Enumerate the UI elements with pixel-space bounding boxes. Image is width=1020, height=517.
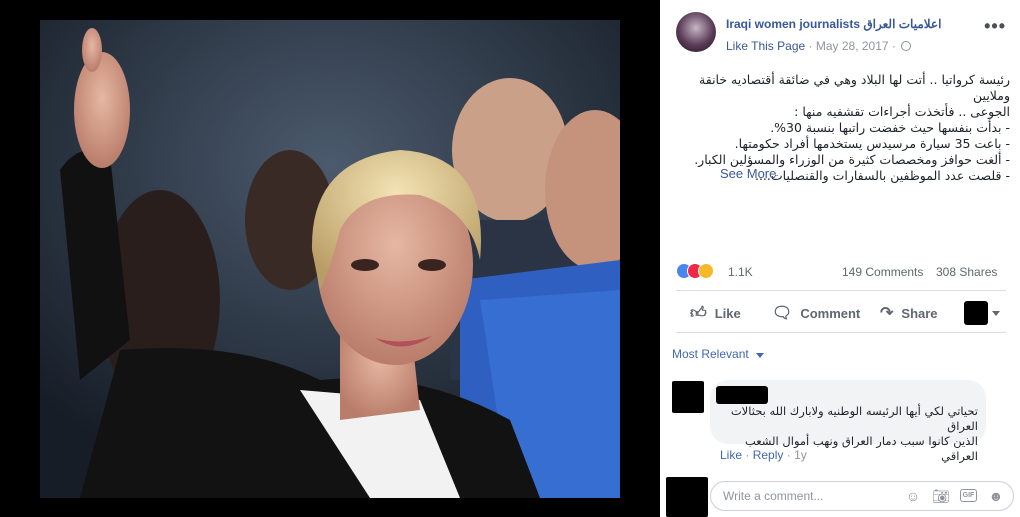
sticker-icon[interactable]: ☻	[987, 488, 1005, 504]
comment-action-sep: ·	[745, 448, 750, 462]
comment-button[interactable]: 🗨︎ Comment	[772, 296, 860, 330]
page-name-arabic[interactable]: اعلاميات العراق	[863, 17, 941, 31]
comment-action-sep: ·	[786, 448, 791, 462]
meta-separator-2: ·	[891, 39, 896, 53]
divider	[676, 332, 1006, 333]
comment-input-tools: ☺ 📷︎ GIF ☻	[904, 488, 1005, 506]
post-photo[interactable]	[40, 20, 620, 498]
comment-input[interactable]: Write a comment... ☺ 📷︎ GIF ☻	[710, 481, 1014, 511]
comments-count[interactable]: 149 Comments	[842, 265, 923, 279]
comment-reply-link[interactable]: Reply	[753, 448, 784, 462]
post-as-selector[interactable]	[964, 296, 1000, 330]
post-date[interactable]: May 28, 2017	[816, 39, 889, 53]
like-page-link[interactable]: Like This Page	[726, 39, 805, 53]
shares-count[interactable]: 308 Shares	[936, 265, 997, 279]
comment-age[interactable]: 1y	[794, 448, 807, 462]
post-text-line: - باعت 35 سيارة مرسيدس يستخدمها أفراد حك…	[734, 136, 1010, 151]
share-button[interactable]: ↷ Share	[880, 296, 938, 330]
post-actions: 👍︎ Like 🗨︎ Comment ↷ Share	[676, 296, 1006, 330]
page-name-link[interactable]: Iraqi women journalists اعلاميات العراق	[726, 17, 941, 31]
comment-input-placeholder: Write a comment...	[723, 489, 824, 503]
user-mini-avatar	[964, 301, 988, 325]
share-label: Share	[901, 305, 938, 321]
comment-text-line: تحياتي لكي أيها الرئيسه الوطنيه ولابارك …	[730, 404, 978, 433]
see-more-link[interactable]: See More	[720, 166, 776, 181]
photo-theater	[0, 0, 660, 517]
comment-like-link[interactable]: Like	[720, 448, 742, 462]
comment-actions: Like · Reply · 1y	[720, 448, 807, 462]
reactions-bar: 1.1K 149 Comments 308 Shares	[676, 262, 1006, 282]
chevron-down-icon	[992, 310, 1000, 316]
chevron-down-icon	[756, 353, 765, 358]
camera-icon[interactable]: 📷︎	[932, 488, 950, 504]
globe-icon	[901, 41, 912, 51]
post-text-line: رئيسة كرواتيا .. أتت لها البلاد وهي في ض…	[699, 72, 1010, 103]
post-text-line: الجوعى .. فأتخذت أجراءات تقشفيه منها :	[794, 104, 1010, 119]
page-name-english[interactable]: Iraqi women journalists	[726, 17, 860, 31]
page-avatar[interactable]	[676, 12, 716, 52]
commenter-name[interactable]	[716, 386, 768, 404]
like-label: Like	[714, 305, 741, 321]
current-user-avatar	[666, 477, 708, 517]
like-button[interactable]: 👍︎ Like	[690, 296, 741, 330]
comment-bubble-icon: 🗨︎	[772, 305, 793, 322]
post-meta: Like This Page · May 28, 2017 ·	[726, 39, 912, 53]
reactions-count[interactable]: 1.1K	[728, 265, 753, 279]
divider	[676, 290, 1006, 291]
meta-separator: ·	[808, 39, 813, 53]
comment-label: Comment	[800, 305, 861, 321]
gif-icon[interactable]: GIF	[960, 489, 977, 502]
post-text-line: - بدأت بنفسها حيث خفضت راتبها بنسبة 30%.	[770, 120, 1010, 135]
commenter-avatar[interactable]	[672, 381, 704, 413]
more-options-icon[interactable]: •••	[984, 16, 1006, 37]
haha-reaction-icon	[698, 263, 714, 279]
comment-sort-dropdown[interactable]: Most Relevant	[672, 347, 765, 361]
sort-label: Most Relevant	[672, 347, 749, 361]
thumbs-up-icon: 👍︎	[690, 304, 707, 322]
photo-image	[40, 20, 620, 498]
share-arrow-icon: ↷	[880, 305, 894, 322]
post-side-panel: Iraqi women journalists اعلاميات العراق …	[660, 0, 1020, 517]
emoji-icon[interactable]: ☺	[904, 488, 922, 504]
post-header: Iraqi women journalists اعلاميات العراق …	[676, 12, 1006, 60]
